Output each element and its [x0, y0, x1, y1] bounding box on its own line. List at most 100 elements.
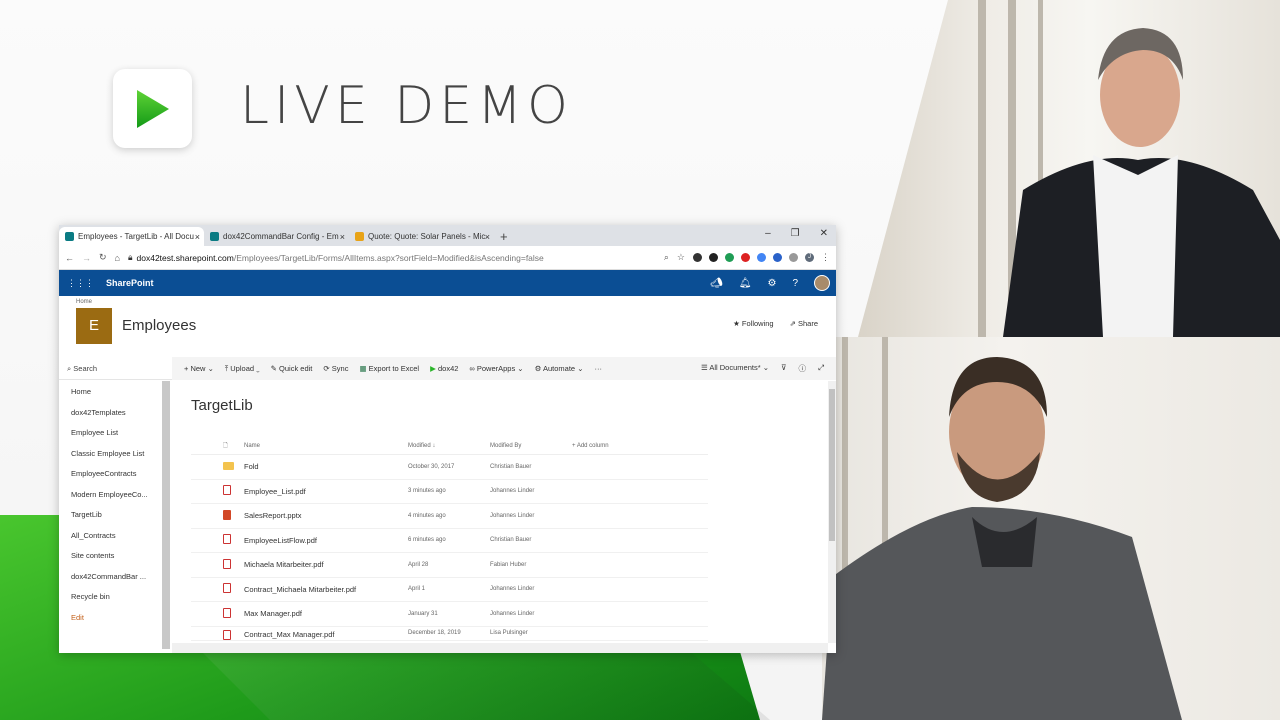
automate-button[interactable]: ⚙ Automate ⌄: [535, 364, 584, 373]
share-button[interactable]: ⇗ Share: [790, 319, 818, 328]
table-row[interactable]: Fold October 30, 2017 Christian Bauer: [191, 455, 708, 480]
view-selector[interactable]: ☰ All Documents* ⌄: [701, 363, 769, 374]
nav-item-recycle-bin[interactable]: Recycle bin: [59, 587, 172, 608]
file-name[interactable]: Max Manager.pdf: [244, 609, 408, 618]
file-modified-by: Christian Bauer: [490, 537, 532, 544]
zoom-icon[interactable]: ⌕: [664, 252, 669, 263]
help-icon[interactable]: ?: [792, 278, 798, 289]
nav-edit-link[interactable]: Edit: [59, 608, 172, 629]
bookmark-star-icon[interactable]: ☆: [677, 252, 685, 263]
table-row[interactable]: EmployeeListFlow.pdf 6 minutes ago Chris…: [191, 529, 708, 553]
search-box[interactable]: ⌕ Search: [59, 357, 172, 380]
browser-tab-employees[interactable]: Employees - TargetLib - All Docu ×: [59, 227, 204, 246]
site-logo[interactable]: E: [76, 308, 112, 344]
nav-item-modern-employeeco[interactable]: Modern EmployeeCo...: [59, 485, 172, 506]
nav-item-all-contracts[interactable]: All_Contracts: [59, 526, 172, 547]
minimize-icon[interactable]: –: [765, 228, 771, 239]
browser-tab-quote[interactable]: Quote: Quote: Solar Panels - Mic ×: [349, 227, 494, 246]
nav-item-targetlib[interactable]: TargetLib: [59, 505, 172, 526]
url-field[interactable]: 🔒︎ dox42test.sharepoint.com/Employees/Ta…: [128, 252, 656, 263]
file-modified: 3 minutes ago: [408, 488, 446, 495]
info-icon[interactable]: ⓘ: [799, 363, 807, 374]
site-actions: ★ Following ⇗ Share: [733, 319, 818, 328]
nav-item-home[interactable]: Home: [59, 382, 172, 403]
scrollbar-thumb[interactable]: [829, 389, 835, 541]
menu-icon[interactable]: ⋮: [821, 252, 830, 263]
table-row[interactable]: Michaela Mitarbeiter.pdf April 28 Fabian…: [191, 553, 708, 578]
table-row[interactable]: Contract_Michaela Mitarbeiter.pdf April …: [191, 578, 708, 602]
export-excel-button[interactable]: ▦ Export to Excel: [359, 364, 419, 373]
nav-item-site-contents[interactable]: Site contents: [59, 546, 172, 567]
restore-icon[interactable]: ❐: [791, 228, 800, 239]
window-controls: – ❐ ✕: [765, 228, 828, 239]
upload-button[interactable]: ⤒ Upload ⌄: [225, 364, 260, 374]
add-column-button[interactable]: + Add column: [572, 443, 609, 449]
following-button[interactable]: ★ Following: [733, 319, 774, 328]
search-placeholder: Search: [73, 364, 98, 373]
file-name[interactable]: Employee_List.pdf: [244, 487, 408, 496]
user-avatar[interactable]: [814, 275, 830, 291]
sharepoint-brand[interactable]: SharePoint: [106, 278, 154, 288]
app-launcher-icon[interactable]: ⋮⋮⋮: [67, 278, 94, 289]
reload-icon[interactable]: ↻: [99, 252, 107, 263]
column-header-modified[interactable]: Modified ↓: [408, 443, 490, 449]
table-row[interactable]: Contract_Max Manager.pdf December 18, 20…: [191, 627, 708, 641]
back-icon[interactable]: ←: [65, 253, 74, 263]
file-name[interactable]: SalesReport.pptx: [244, 511, 408, 520]
file-modified: April 28: [408, 561, 429, 568]
powerapps-button[interactable]: ∞ PowerApps ⌄: [469, 364, 523, 373]
table-row[interactable]: SalesReport.pptx 4 minutes ago Johannes …: [191, 504, 708, 529]
table-row[interactable]: Max Manager.pdf January 31 Johannes Lind…: [191, 602, 708, 627]
extension-icon[interactable]: [757, 253, 766, 262]
file-name[interactable]: Contract_Michaela Mitarbeiter.pdf: [244, 585, 408, 594]
pdf-file-icon: [223, 558, 231, 569]
file-name[interactable]: Fold: [244, 462, 408, 471]
notification-bell-icon[interactable]: 🔔︎: [739, 278, 752, 289]
extension-icon[interactable]: [725, 253, 734, 262]
extension-icon[interactable]: [693, 253, 702, 262]
forward-icon[interactable]: →: [82, 253, 91, 263]
profile-avatar[interactable]: J: [805, 253, 814, 262]
megaphone-icon[interactable]: 📣︎: [710, 278, 723, 289]
filter-icon[interactable]: ⊽: [781, 363, 787, 374]
new-button[interactable]: + New ⌄: [184, 364, 214, 373]
extension-icon[interactable]: [773, 253, 782, 262]
nav-item-dox42commandbar[interactable]: dox42CommandBar ...: [59, 567, 172, 588]
file-grid: 🗋︎ Name Modified ↓ Modified By + Add col…: [191, 438, 708, 641]
quick-edit-button[interactable]: ✎ Quick edit: [271, 364, 313, 373]
home-icon[interactable]: ⌂: [115, 253, 120, 263]
close-tab-icon[interactable]: ×: [340, 232, 345, 242]
file-type-header-icon[interactable]: 🗋︎: [223, 443, 228, 449]
file-name[interactable]: Contract_Max Manager.pdf: [244, 630, 408, 639]
nav-item-dox42templates[interactable]: dox42Templates: [59, 403, 172, 424]
nav-scrollbar[interactable]: [162, 381, 170, 649]
sync-button[interactable]: ⟳ Sync: [323, 364, 348, 373]
site-title[interactable]: Employees: [122, 317, 196, 334]
tab-label: dox42CommandBar Config - Em: [223, 232, 339, 241]
file-name[interactable]: EmployeeListFlow.pdf: [244, 536, 408, 545]
horizontal-scrollbar[interactable]: [172, 643, 828, 653]
library-main: TargetLib 🗋︎ Name Modified ↓ Modified By…: [172, 380, 828, 653]
close-tab-icon[interactable]: ×: [195, 232, 200, 242]
column-header-modified-by[interactable]: Modified By: [490, 443, 572, 449]
column-header-name[interactable]: Name: [244, 443, 408, 449]
nav-item-classic-employee-list[interactable]: Classic Employee List: [59, 444, 172, 465]
breadcrumb[interactable]: Home: [76, 299, 92, 305]
more-button[interactable]: ···: [594, 364, 602, 373]
extension-icon[interactable]: [709, 253, 718, 262]
close-window-icon[interactable]: ✕: [820, 228, 828, 239]
nav-item-employeecontracts[interactable]: EmployeeContracts: [59, 464, 172, 485]
main-scrollbar[interactable]: [828, 381, 836, 643]
extension-icon[interactable]: [741, 253, 750, 262]
dox42-button[interactable]: ▶ dox42: [430, 364, 458, 373]
nav-item-employee-list[interactable]: Employee List: [59, 423, 172, 444]
file-name[interactable]: Michaela Mitarbeiter.pdf: [244, 560, 408, 569]
table-row[interactable]: Employee_List.pdf 3 minutes ago Johannes…: [191, 480, 708, 504]
settings-gear-icon[interactable]: ⚙: [767, 278, 776, 289]
browser-tab-config[interactable]: dox42CommandBar Config - Em ×: [204, 227, 349, 246]
close-tab-icon[interactable]: ×: [485, 232, 490, 242]
extension-icon[interactable]: [789, 253, 798, 262]
expand-icon[interactable]: ⤢: [818, 363, 824, 374]
search-icon: ⌕: [67, 364, 72, 373]
new-tab-button[interactable]: +: [500, 227, 508, 246]
